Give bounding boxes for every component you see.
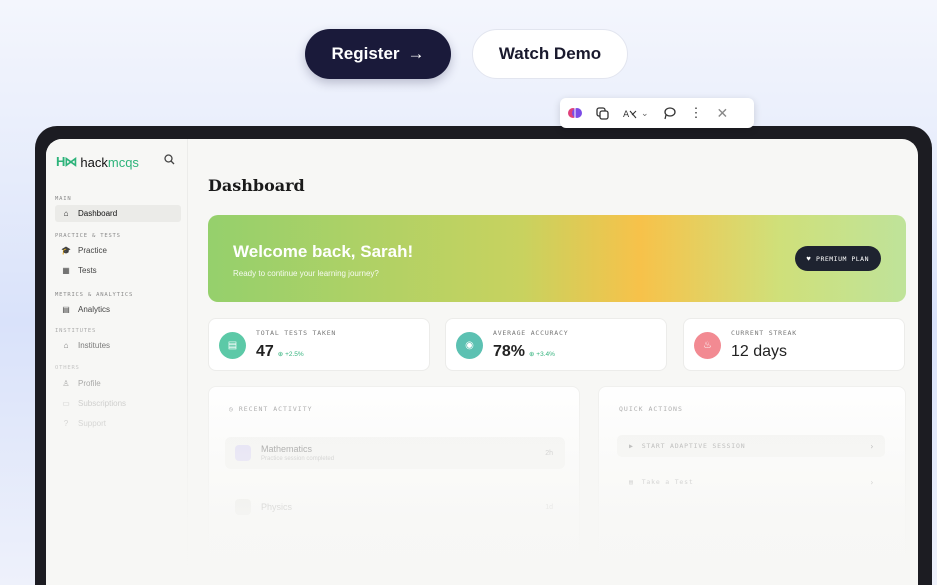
main-content: Dashboard Welcome back, Sarah! Ready to … xyxy=(188,139,918,585)
take-test-button[interactable]: ▤ Take a Test › xyxy=(617,471,885,493)
sidebar: H⋈ hackmcqs MAIN ⌂ Dashboard PRACTICE & … xyxy=(46,139,188,585)
user-icon: ♙ xyxy=(62,379,70,388)
sidebar-item-subscriptions[interactable]: ▭ Subscriptions xyxy=(55,395,181,412)
sidebar-item-analytics[interactable]: ▤ Analytics xyxy=(55,301,181,318)
sidebar-item-support[interactable]: ? Support xyxy=(55,415,181,432)
register-button[interactable]: Register → xyxy=(305,29,451,79)
chevron-down-icon[interactable]: ⌄ xyxy=(641,108,649,119)
stat-value: 12 days xyxy=(731,343,788,360)
support-icon: ? xyxy=(63,419,69,428)
quick-actions-panel: QUICK ACTIONS ▶ START ADAPTIVE SESSION ›… xyxy=(598,386,906,585)
activity-subject: Mathematics xyxy=(261,444,313,454)
recent-activity-title: ◷ RECENT ACTIVITY xyxy=(229,405,313,413)
stat-label: AVERAGE ACCURACY xyxy=(493,329,569,337)
flame-icon: ♨ xyxy=(694,332,721,359)
analytics-icon: ▤ xyxy=(62,305,70,314)
sidebar-item-label: Dashboard xyxy=(78,209,118,218)
sidebar-item-tests[interactable]: ▦ Tests xyxy=(55,262,181,279)
section-others: OTHERS xyxy=(55,365,80,371)
start-adaptive-session-button[interactable]: ▶ START ADAPTIVE SESSION › xyxy=(617,435,885,457)
watch-demo-button[interactable]: Watch Demo xyxy=(472,29,628,79)
tests-icon: ▦ xyxy=(62,266,70,275)
more-icon[interactable]: ⋮ xyxy=(690,105,703,121)
section-main: MAIN xyxy=(55,196,72,202)
section-metrics: METRICS & ANALYTICS xyxy=(55,292,134,298)
register-label: Register xyxy=(331,44,400,63)
arrow-right-icon: › xyxy=(869,477,875,487)
welcome-banner: Welcome back, Sarah! Ready to continue y… xyxy=(208,215,906,302)
sidebar-item-label: Subscriptions xyxy=(78,399,127,408)
activity-time: 2h xyxy=(545,449,553,457)
svg-text:A: A xyxy=(623,110,630,120)
subject-icon xyxy=(235,499,251,515)
sidebar-item-profile[interactable]: ♙ Profile xyxy=(55,375,181,392)
lasso-icon[interactable] xyxy=(663,106,676,120)
activity-detail: Practice session completed xyxy=(261,456,335,462)
close-icon[interactable]: ✕ xyxy=(717,105,729,122)
stat-value: 78% ⊕ +3.4% xyxy=(493,343,555,360)
sidebar-item-practice[interactable]: 🎓 Practice xyxy=(55,242,181,259)
logo-name: hackmcqs xyxy=(80,154,139,170)
building-icon: ⌂ xyxy=(63,341,69,350)
sidebar-item-label: Practice xyxy=(78,246,107,255)
premium-plan-label: PREMIUM PLAN xyxy=(816,254,869,263)
stat-card-streak: ♨ CURRENT STREAK 12 days xyxy=(683,318,905,371)
activity-time: 1d xyxy=(545,503,553,511)
stat-label: CURRENT STREAK xyxy=(731,329,797,337)
target-icon: ◉ xyxy=(456,332,483,359)
logo[interactable]: H⋈ hackmcqs xyxy=(56,154,139,170)
sidebar-item-label: Tests xyxy=(78,266,97,275)
stat-label: TOTAL TESTS TAKEN xyxy=(256,329,337,337)
logo-mark: H⋈ xyxy=(56,154,77,169)
graduation-cap-icon: 🎓 xyxy=(61,246,71,255)
sidebar-item-label: Profile xyxy=(78,379,101,388)
stat-card-tests: ▤ TOTAL TESTS TAKEN 47 ⊕ +2.5% xyxy=(208,318,430,371)
card-icon: ▭ xyxy=(62,399,70,408)
subject-icon xyxy=(235,445,251,461)
arrow-right-icon: › xyxy=(869,441,875,451)
stat-delta: ⊕ +3.4% xyxy=(529,351,555,358)
app-screen: H⋈ hackmcqs MAIN ⌂ Dashboard PRACTICE & … xyxy=(46,139,918,585)
translate-icon[interactable]: A ⌄ xyxy=(623,107,649,120)
hero-buttons: Register → Watch Demo xyxy=(0,29,937,81)
floating-toolbar: A ⌄ ⋮ ✕ xyxy=(560,98,754,128)
stat-value: 47 ⊕ +2.5% xyxy=(256,343,304,360)
activity-subject: Physics xyxy=(261,502,293,512)
welcome-subtitle: Ready to continue your learning journey? xyxy=(233,269,379,278)
sidebar-item-institutes[interactable]: ⌂ Institutes xyxy=(55,337,181,354)
sidebar-item-label: Institutes xyxy=(78,341,111,350)
test-icon: ▤ xyxy=(629,478,634,486)
diamond-icon: ♥ xyxy=(806,254,812,263)
search-icon[interactable] xyxy=(164,154,175,168)
list-item[interactable]: Physics 1d xyxy=(225,491,565,523)
stat-delta: ⊕ +2.5% xyxy=(277,351,304,358)
welcome-title: Welcome back, Sarah! xyxy=(233,242,414,261)
tests-icon: ▤ xyxy=(219,332,246,359)
arrow-right-icon: → xyxy=(407,44,425,63)
list-item[interactable]: Mathematics Practice session completed 2… xyxy=(225,437,565,469)
recent-activity-panel: ◷ RECENT ACTIVITY Mathematics Practice s… xyxy=(208,386,580,585)
section-institutes: INSTITUTES xyxy=(55,328,97,334)
quick-actions-title: QUICK ACTIONS xyxy=(619,405,683,413)
stat-card-accuracy: ◉ AVERAGE ACCURACY 78% ⊕ +3.4% xyxy=(445,318,667,371)
brain-icon[interactable] xyxy=(568,106,582,120)
copy-icon[interactable] xyxy=(596,106,609,120)
home-icon: ⌂ xyxy=(63,209,69,218)
play-icon: ▶ xyxy=(629,442,634,450)
page-title: Dashboard xyxy=(208,176,305,195)
sidebar-item-label: Support xyxy=(78,419,107,428)
watch-demo-label: Watch Demo xyxy=(498,44,602,63)
sidebar-item-label: Analytics xyxy=(78,305,111,314)
section-practice: PRACTICE & TESTS xyxy=(55,233,121,239)
premium-plan-badge[interactable]: ♥ PREMIUM PLAN xyxy=(794,246,881,271)
sidebar-item-dashboard[interactable]: ⌂ Dashboard xyxy=(55,205,181,222)
